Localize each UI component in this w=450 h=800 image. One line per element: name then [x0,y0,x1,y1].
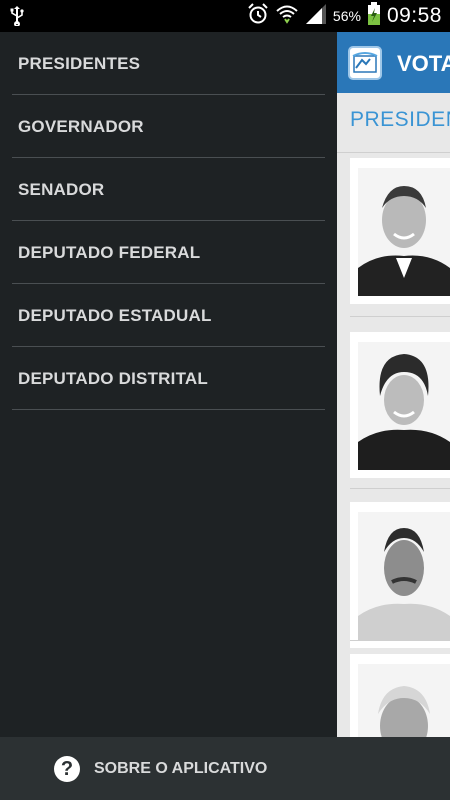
usb-icon [10,6,24,31]
candidate-card[interactable] [350,158,450,304]
section-title: PRESIDEN [350,108,450,131]
drawer-item-deputado-federal[interactable]: DEPUTADO FEDERAL [0,221,337,284]
candidate-photo [358,342,450,470]
drawer-item-deputado-distrital[interactable]: DEPUTADO DISTRITAL [0,347,337,410]
card-divider [350,488,450,489]
signal-icon [305,3,327,30]
battery-percent: 56% [332,8,361,24]
status-bar: 56% 09:58 [0,0,450,32]
drawer-item-label: GOVERNADOR [18,117,144,136]
drawer-item-deputado-estadual[interactable]: DEPUTADO ESTADUAL [0,284,337,347]
alarm-icon [247,2,269,30]
drawer-item-label: DEPUTADO ESTADUAL [18,306,212,325]
clock: 09:58 [386,4,442,27]
battery-charging-icon [367,1,381,31]
card-divider [350,316,450,317]
app-title: VOTA [397,51,450,76]
drawer-item-label: DEPUTADO DISTRITAL [18,369,208,388]
bottom-bar-background [337,737,450,800]
drawer-item-label: PRESIDENTES [18,54,141,73]
candidate-card[interactable] [350,502,450,648]
app-logo-icon [348,46,382,80]
about-app-button[interactable]: ? SOBRE O APLICATIVO [0,737,337,800]
candidate-photo [358,512,450,640]
wifi-icon [275,3,299,30]
candidate-photo [358,168,450,296]
section-divider [337,152,450,153]
app-header: VOTA [337,32,450,93]
help-icon: ? [54,756,80,782]
navigation-drawer: PRESIDENTES GOVERNADOR SENADOR DEPUTADO … [0,32,337,800]
about-app-label: SOBRE O APLICATIVO [94,760,268,777]
drawer-item-senador[interactable]: SENADOR [0,158,337,221]
drawer-item-presidentes[interactable]: PRESIDENTES [0,32,337,95]
main-app-content: VOTA PRESIDEN [337,32,450,800]
drawer-item-governador[interactable]: GOVERNADOR [0,95,337,158]
drawer-item-label: SENADOR [18,180,105,199]
drawer-divider [12,409,325,410]
card-divider [350,640,450,641]
drawer-item-label: DEPUTADO FEDERAL [18,243,201,262]
candidate-card[interactable] [350,332,450,478]
